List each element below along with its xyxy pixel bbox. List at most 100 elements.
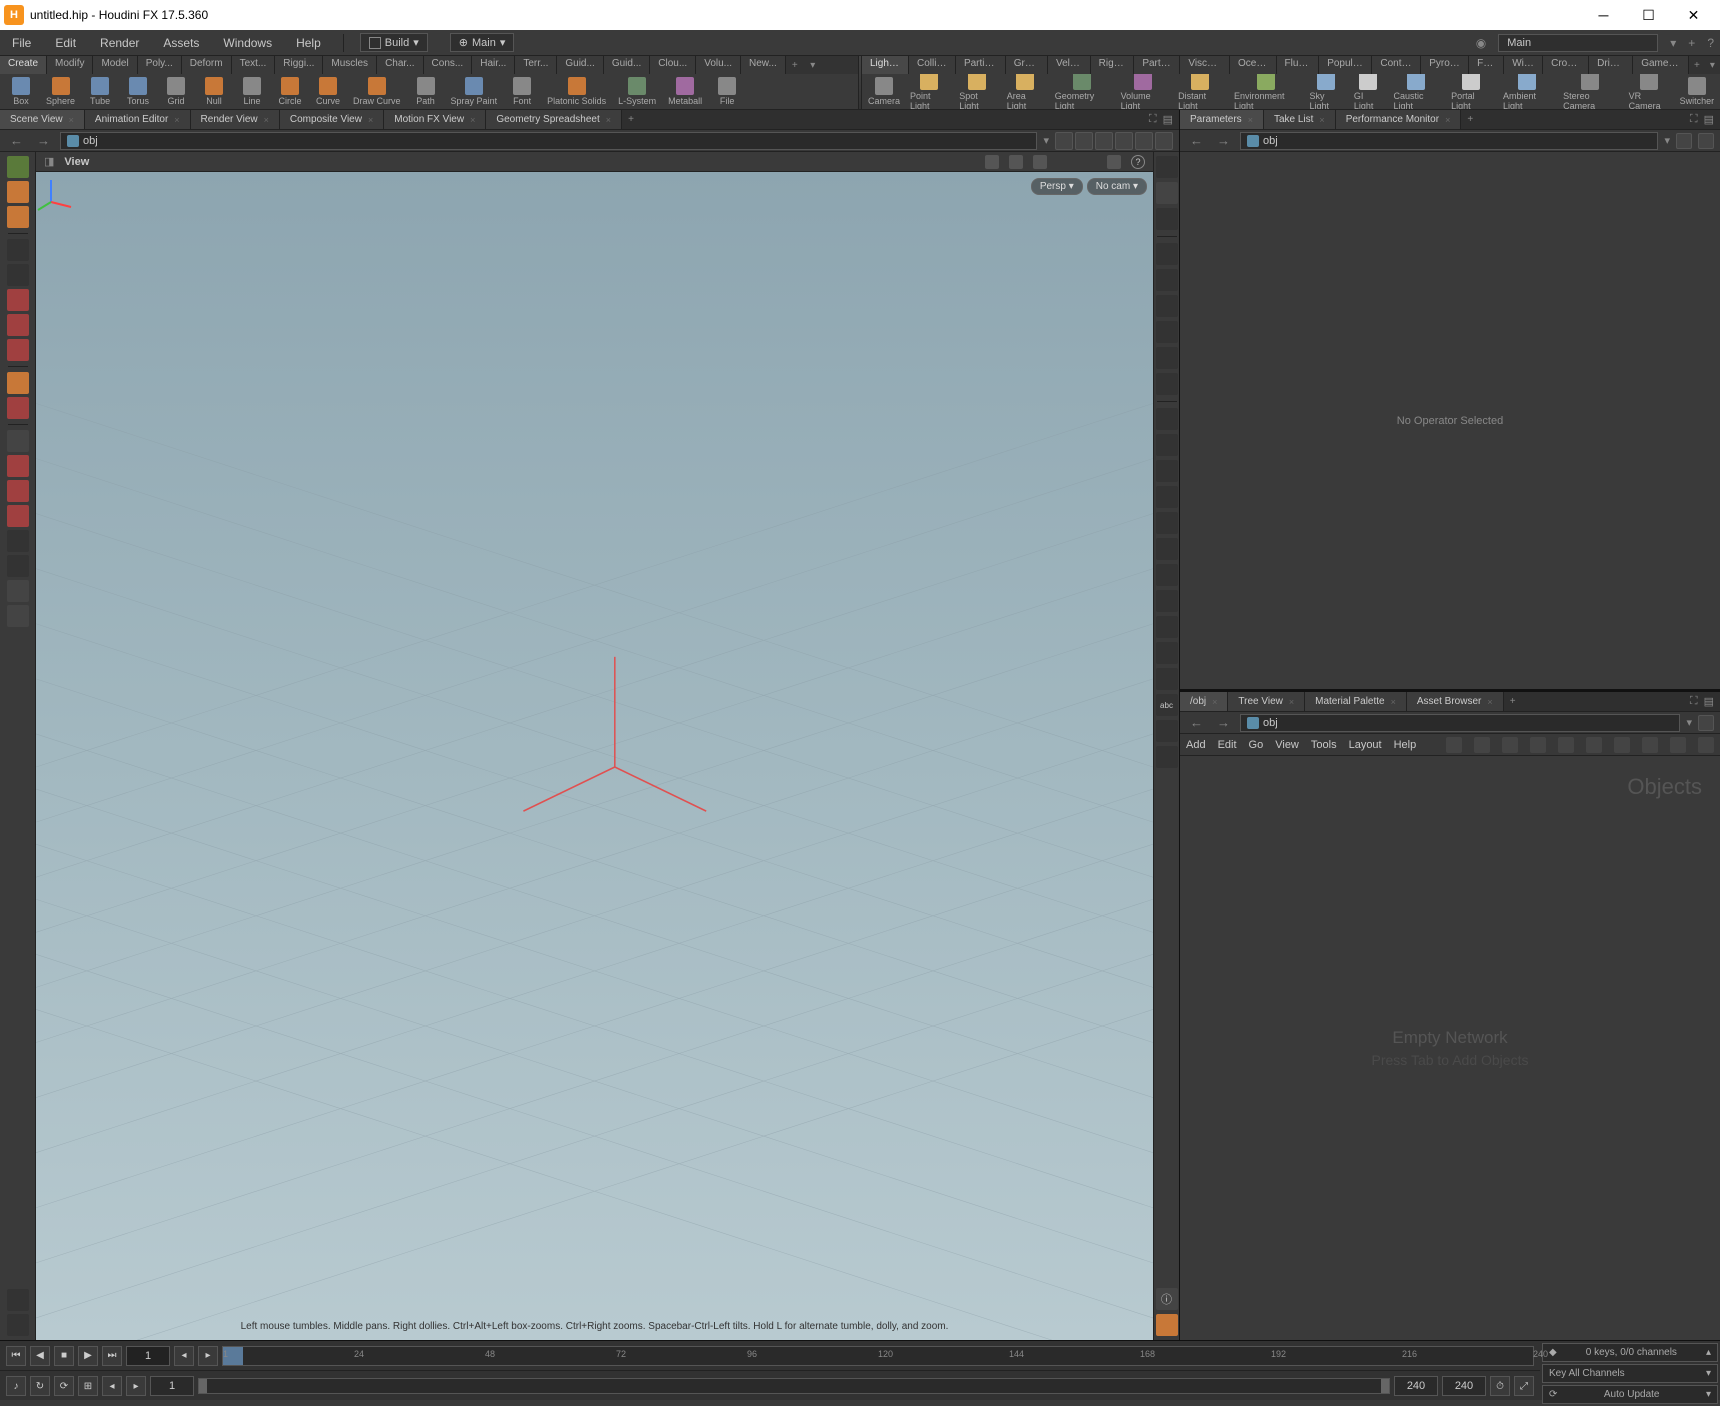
step-fwd-icon[interactable]: ▸ — [126, 1376, 146, 1396]
shelf-tool-grid[interactable]: Grid — [157, 76, 195, 107]
shelf-tool-line[interactable]: Line — [233, 76, 271, 107]
maximize-pane-icon[interactable]: ⛶ — [1688, 695, 1700, 708]
menu-render[interactable]: Render — [94, 33, 145, 53]
background-icon[interactable] — [1156, 434, 1178, 456]
shelf-tab[interactable]: Viscou... — [1180, 56, 1230, 74]
shelf-tool-stereo-camera[interactable]: Stereo Camera — [1557, 74, 1622, 109]
point-display-icon[interactable] — [1156, 243, 1178, 265]
shelf-tab[interactable]: Modify — [47, 56, 93, 74]
network-toolbar-icon[interactable] — [1586, 737, 1602, 753]
network-menu-layout[interactable]: Layout — [1349, 739, 1382, 751]
help-icon[interactable]: ? — [1707, 36, 1714, 50]
shelf-add-button[interactable]: + — [1689, 56, 1704, 74]
close-tab-icon[interactable]: × — [174, 115, 179, 125]
chevron-down-icon[interactable]: ▾ — [1043, 134, 1049, 147]
handles-tool[interactable] — [7, 372, 29, 394]
shelf-tab[interactable]: Terr... — [515, 56, 557, 74]
pane-menu-icon[interactable]: ▤ — [1161, 113, 1175, 126]
shelf-tool-sphere[interactable]: Sphere — [40, 76, 81, 107]
close-button[interactable]: ✕ — [1671, 0, 1716, 30]
shelf-tool-spray-paint[interactable]: Spray Paint — [445, 76, 504, 107]
pane-tab[interactable]: Asset Browser× — [1407, 692, 1504, 711]
scale-tool[interactable] — [7, 314, 29, 336]
prims-icon[interactable] — [1156, 668, 1178, 690]
shelf-tool-camera[interactable]: Camera — [864, 76, 904, 107]
shelf-tab[interactable]: Pyro FX — [1421, 56, 1469, 74]
shelf-tab[interactable]: Guid... — [604, 56, 650, 74]
network-toolbar-icon[interactable] — [1558, 737, 1574, 753]
network-canvas[interactable]: Objects Empty Network Press Tab to Add O… — [1180, 756, 1720, 1340]
select-tool[interactable] — [7, 156, 29, 178]
visibility-icon[interactable] — [1115, 132, 1133, 150]
network-menu-tools[interactable]: Tools — [1311, 739, 1337, 751]
pane-tab[interactable]: Tree View× — [1228, 692, 1305, 711]
construction-icon[interactable] — [1156, 460, 1178, 482]
add-tab-button[interactable]: + — [1504, 692, 1522, 711]
network-toolbar-icon[interactable] — [1670, 737, 1686, 753]
network-path-input[interactable]: obj — [1240, 714, 1680, 732]
shelf-tool-vr-camera[interactable]: VR Camera — [1623, 74, 1676, 109]
material-icon[interactable] — [1156, 347, 1178, 369]
network-menu-go[interactable]: Go — [1249, 739, 1264, 751]
menu-assets[interactable]: Assets — [157, 33, 205, 53]
lighting-icon[interactable] — [1156, 295, 1178, 317]
shelf-tool-null[interactable]: Null — [195, 76, 233, 107]
light-tool[interactable] — [7, 580, 29, 602]
pane-menu-icon[interactable]: ▤ — [1702, 113, 1716, 126]
prev-key-button[interactable]: ◂ — [174, 1346, 194, 1366]
gamma-icon[interactable] — [1156, 746, 1178, 768]
shelf-dropdown-icon[interactable]: ▾ — [1705, 56, 1720, 74]
shelf-tab[interactable]: Particles — [956, 56, 1006, 74]
wireframe-icon[interactable] — [1156, 208, 1178, 230]
abc-icon[interactable]: abc — [1156, 694, 1178, 716]
shelf-tab[interactable]: Rigid... — [1091, 56, 1135, 74]
main-context-field[interactable]: Main — [1498, 34, 1658, 52]
shelf-tab[interactable]: Volu... — [696, 56, 741, 74]
first-frame-button[interactable]: ⏮ — [6, 1346, 26, 1366]
inspect-tool[interactable] — [7, 505, 29, 527]
nav-back-icon[interactable]: ← — [6, 133, 27, 148]
range-start[interactable]: 1 — [150, 1376, 194, 1396]
nav-forward-icon[interactable]: → — [1213, 133, 1234, 148]
shelf-tab[interactable]: New... — [741, 56, 786, 74]
network-toolbar-icon[interactable] — [1502, 737, 1518, 753]
pane-tab[interactable]: Scene View× — [0, 110, 85, 129]
render-region-tool[interactable] — [7, 430, 29, 452]
pane-tab[interactable]: Parameters× — [1180, 110, 1264, 129]
play-reverse-button[interactable]: ◀ — [30, 1346, 50, 1366]
network-menu-edit[interactable]: Edit — [1218, 739, 1237, 751]
shelf-tab[interactable]: Muscles — [323, 56, 377, 74]
shelf-tool-curve[interactable]: Curve — [309, 76, 347, 107]
cache-icon[interactable] — [7, 1314, 29, 1336]
shelf-tool-area-light[interactable]: Area Light — [1001, 74, 1049, 109]
clock-icon[interactable]: ⏱ — [1490, 1376, 1510, 1396]
xray-icon[interactable] — [1156, 512, 1178, 534]
minimize-button[interactable]: ─ — [1581, 0, 1626, 30]
shelf-tool-file[interactable]: File — [708, 76, 746, 107]
maximize-pane-icon[interactable]: ⛶ — [1147, 113, 1159, 126]
nav-back-icon[interactable]: ← — [1186, 133, 1207, 148]
shelf-tool-gi-light[interactable]: GI Light — [1348, 74, 1388, 109]
viewport-3d[interactable]: Persp ▾ No cam ▾ Left mouse tumbles. Mid… — [36, 172, 1153, 1340]
camera-link-icon[interactable] — [1155, 132, 1173, 150]
select-region-tool[interactable] — [7, 181, 29, 203]
add-tab-button[interactable]: + — [1461, 110, 1479, 129]
pin-icon[interactable] — [1698, 715, 1714, 731]
shelf-tool-path[interactable]: Path — [407, 76, 445, 107]
close-tab-icon[interactable]: × — [1319, 115, 1324, 125]
shelf-tool-metaball[interactable]: Metaball — [662, 76, 708, 107]
network-menu-view[interactable]: View — [1275, 739, 1299, 751]
shelf-tool-volume-light[interactable]: Volume Light — [1115, 74, 1173, 109]
shelf-tool-tube[interactable]: Tube — [81, 76, 119, 107]
play-button[interactable]: ▶ — [78, 1346, 98, 1366]
integer-frames-icon[interactable]: ⊞ — [78, 1376, 98, 1396]
snap-multi-icon[interactable] — [1033, 155, 1047, 169]
chevron-down-icon[interactable]: ▾ — [1664, 134, 1670, 147]
shelf-tab[interactable]: Drive... — [1589, 56, 1633, 74]
close-tab-icon[interactable]: × — [606, 115, 611, 125]
lasso-tool[interactable] — [7, 206, 29, 228]
shelf-tool-distant-light[interactable]: Distant Light — [1172, 74, 1228, 109]
shelf-tool-geometry-light[interactable]: Geometry Light — [1049, 74, 1115, 109]
particle-icon[interactable] — [1156, 538, 1178, 560]
shelf-tool-l-system[interactable]: L-System — [612, 76, 662, 107]
